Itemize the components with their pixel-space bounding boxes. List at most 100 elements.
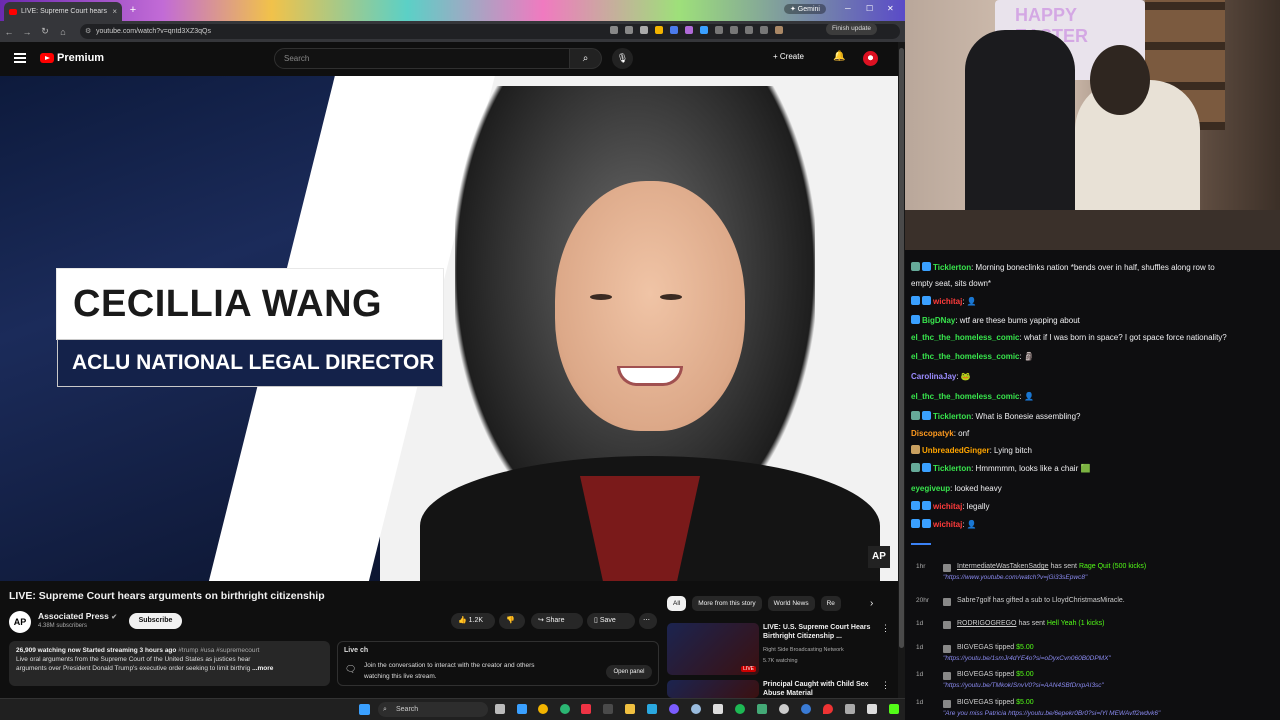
chat-username[interactable]: Ticklerton <box>933 464 971 473</box>
chat-username[interactable]: eyegiveup <box>911 484 950 493</box>
show-more-link[interactable]: ...more <box>252 665 273 672</box>
chat-username[interactable]: BigDNay <box>922 316 955 325</box>
more-vert-icon[interactable]: ⋮ <box>881 680 890 691</box>
extension-icon[interactable] <box>685 26 693 34</box>
voice-search-button[interactable]: 🎙 <box>612 48 633 69</box>
chat-username[interactable]: CarolinaJay <box>911 372 956 381</box>
app-icon[interactable] <box>713 704 723 714</box>
app-icon[interactable] <box>801 704 811 714</box>
edge-icon[interactable] <box>517 704 527 714</box>
extension-icon[interactable] <box>670 26 678 34</box>
description-tags[interactable]: #trump #usa #supremecourt <box>178 647 259 654</box>
chat-username[interactable]: el_thc_the_homeless_comic <box>911 333 1020 342</box>
reload-icon[interactable]: ↻ <box>36 26 54 37</box>
channel-name[interactable]: Associated Press ✔ <box>38 611 117 621</box>
app-icon[interactable] <box>581 704 591 714</box>
zoom-icon[interactable] <box>610 26 618 34</box>
more-vert-icon[interactable]: ⋮ <box>881 623 890 634</box>
youtube-logo[interactable]: Premium <box>40 52 104 64</box>
recommended-video[interactable]: LIVE LIVE: U.S. Supreme Court Hears Birth… <box>667 623 895 677</box>
chevron-right-icon[interactable]: › <box>870 598 873 609</box>
page-scrollbar[interactable] <box>898 42 905 698</box>
subscribe-button[interactable]: Subscribe <box>129 613 182 629</box>
home-icon[interactable]: ⌂ <box>54 27 72 37</box>
chat-username[interactable]: Discopatyk <box>911 429 954 438</box>
chrome-icon[interactable] <box>538 704 548 714</box>
chip-more-from-story[interactable]: More from this story <box>692 596 762 611</box>
chat-username[interactable]: wichitaj <box>933 520 962 529</box>
spotify-icon[interactable] <box>735 704 745 714</box>
menu-icon[interactable] <box>14 53 26 63</box>
extension-icon[interactable] <box>655 26 663 34</box>
app-icon[interactable] <box>647 704 657 714</box>
event-user[interactable]: BIGVEGAS <box>957 671 993 678</box>
video-player[interactable]: CECILLIA WANG ACLU NATIONAL LEGAL DIRECT… <box>0 76 898 581</box>
windows-start-icon[interactable] <box>359 704 370 715</box>
event-link[interactable]: "https://www.youtube.com/watch?v=jGi33sE… <box>943 574 1087 581</box>
scrollbar-thumb[interactable] <box>899 48 904 648</box>
extension-icon[interactable] <box>715 26 723 34</box>
dislike-button[interactable]: 👎 <box>499 613 525 629</box>
app-icon[interactable] <box>779 704 789 714</box>
event-link[interactable]: "https://youtu.be/TMkokISnvV0?si=AAN4SBf… <box>943 682 1104 689</box>
chat-username[interactable]: Ticklerton <box>933 412 971 421</box>
app-icon[interactable] <box>757 704 767 714</box>
minimize-icon[interactable]: ─ <box>845 4 851 13</box>
app-icon[interactable] <box>845 704 855 714</box>
back-icon[interactable]: ← <box>0 27 18 37</box>
video-thumbnail[interactable] <box>667 680 759 698</box>
chat-username[interactable]: el_thc_the_homeless_comic <box>911 352 1020 361</box>
chat-username[interactable]: wichitaj <box>933 297 962 306</box>
extension-icon[interactable] <box>700 26 708 34</box>
gemini-button[interactable]: ✦ Gemini <box>784 4 826 14</box>
chrome-profile-icon[interactable] <box>560 704 570 714</box>
browser-tab[interactable]: LIVE: Supreme Court hears × <box>4 2 122 21</box>
notifications-bell-icon[interactable]: 🔔 <box>833 51 845 62</box>
video-thumbnail[interactable]: LIVE <box>667 623 759 675</box>
like-button[interactable]: 👍 1.2K <box>451 613 495 629</box>
event-user[interactable]: BIGVEGAS <box>957 644 993 651</box>
app-icon[interactable] <box>603 704 613 714</box>
forward-icon[interactable]: → <box>18 27 36 37</box>
new-tab-button[interactable]: + <box>127 4 139 16</box>
event-user[interactable]: Sabre7golf <box>957 597 991 604</box>
create-button[interactable]: + Create <box>773 52 804 61</box>
finish-update-button[interactable]: Finish update <box>825 23 877 35</box>
more-actions-button[interactable]: ⋯ <box>639 613 657 629</box>
download-icon[interactable] <box>745 26 753 34</box>
video-description[interactable]: 26,909 watching now Started streaming 3 … <box>9 641 330 686</box>
install-icon[interactable] <box>625 26 633 34</box>
chip-all[interactable]: All <box>667 596 687 611</box>
app-icon[interactable] <box>889 704 899 714</box>
chat-username[interactable]: UnbreadedGinger <box>922 446 990 455</box>
share-button[interactable]: ↪ Share <box>531 613 583 629</box>
event-link[interactable]: "Are you miss Patricia https://youtu.be/… <box>943 710 1160 717</box>
sidebar-icon[interactable] <box>760 26 768 34</box>
event-user[interactable]: IntermediateWasTakenSadge <box>957 563 1049 570</box>
close-window-icon[interactable]: ✕ <box>887 4 894 13</box>
chat-username[interactable]: wichitaj <box>933 502 962 511</box>
channel-avatar[interactable]: AP <box>9 611 31 633</box>
task-view-icon[interactable] <box>495 704 505 714</box>
file-explorer-icon[interactable] <box>625 704 635 714</box>
chat-username[interactable]: el_thc_the_homeless_comic <box>911 392 1020 401</box>
profile-icon[interactable] <box>775 26 783 34</box>
site-info-icon[interactable]: ⚙ <box>85 24 91 39</box>
app-icon[interactable] <box>867 704 877 714</box>
search-button[interactable]: ⌕ <box>570 48 602 69</box>
open-panel-button[interactable]: Open panel <box>606 665 652 679</box>
taskbar-search[interactable]: ⌕ Search <box>378 702 488 717</box>
recommended-channel[interactable]: Right Side Broadcasting Network <box>763 647 844 653</box>
save-button[interactable]: ▯ Save <box>587 613 635 629</box>
account-avatar[interactable] <box>863 51 878 66</box>
event-link[interactable]: "https://youtu.be/1smJr4dYE4o?si=oDyxCvn… <box>943 655 1111 662</box>
event-user[interactable]: BIGVEGAS <box>957 699 993 706</box>
recommended-title[interactable]: LIVE: U.S. Supreme Court Hears Birthright… <box>763 623 881 641</box>
recommended-video[interactable]: Principal Caught with Child Sex Abuse Mat… <box>667 680 895 698</box>
puzzle-icon[interactable] <box>730 26 738 34</box>
maximize-icon[interactable]: ☐ <box>866 4 873 13</box>
bookmark-star-icon[interactable] <box>640 26 648 34</box>
recommended-title[interactable]: Principal Caught with Child Sex Abuse Mat… <box>763 680 881 698</box>
app-icon[interactable] <box>691 704 701 714</box>
tab-close-icon[interactable]: × <box>112 7 117 16</box>
